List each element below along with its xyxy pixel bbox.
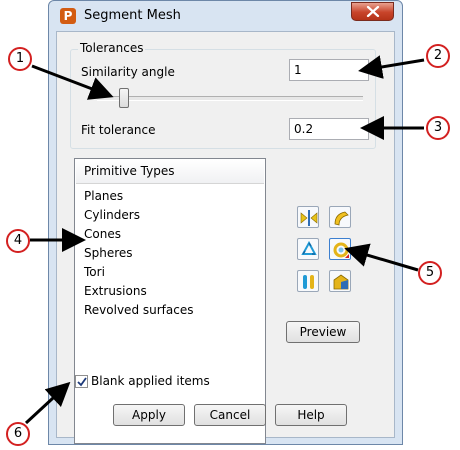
curved-surface-button[interactable] bbox=[329, 206, 351, 228]
shape-fill-button[interactable] bbox=[329, 270, 351, 292]
callout-5: 5 bbox=[418, 261, 442, 285]
dialog-body: Tolerances Similarity angle 1 Fit tolera… bbox=[56, 31, 395, 444]
similarity-slider-track[interactable] bbox=[97, 96, 363, 101]
tolerances-legend: Tolerances bbox=[78, 41, 146, 55]
fit-tolerance-label: Fit tolerance bbox=[81, 123, 156, 137]
cancel-button[interactable]: Cancel bbox=[194, 404, 266, 426]
shape-fill-icon bbox=[333, 274, 349, 290]
similarity-angle-input[interactable]: 1 bbox=[289, 59, 369, 81]
similarity-slider-thumb[interactable] bbox=[118, 88, 129, 108]
primitive-types-header[interactable]: Primitive Types bbox=[76, 160, 264, 184]
checkmark-icon bbox=[77, 377, 87, 387]
list-item[interactable]: Revolved surfaces bbox=[84, 301, 193, 319]
window-title: Segment Mesh bbox=[84, 8, 181, 23]
callout-4: 4 bbox=[6, 229, 30, 253]
apply-button[interactable]: Apply bbox=[113, 404, 185, 426]
callout-3: 3 bbox=[426, 116, 450, 140]
ring-target-icon bbox=[333, 242, 349, 258]
recycle-button[interactable] bbox=[297, 238, 319, 260]
preview-button[interactable]: Preview bbox=[286, 321, 360, 343]
app-logo-icon: P bbox=[60, 8, 76, 24]
curved-surface-icon bbox=[334, 211, 349, 226]
similarity-angle-label: Similarity angle bbox=[81, 65, 175, 79]
help-button[interactable]: Help bbox=[275, 404, 347, 426]
recycle-icon bbox=[301, 241, 317, 255]
list-item[interactable]: Cones bbox=[84, 225, 121, 243]
list-item[interactable]: Extrusions bbox=[84, 282, 147, 300]
probe-icon bbox=[303, 275, 314, 289]
list-item[interactable]: Spheres bbox=[84, 244, 133, 262]
close-icon bbox=[366, 6, 380, 17]
list-item[interactable]: Cylinders bbox=[84, 206, 140, 224]
list-item[interactable]: Planes bbox=[84, 187, 123, 205]
segment-mesh-dialog: P Segment Mesh Tolerances Similarity ang… bbox=[48, 0, 403, 445]
mirror-split-button[interactable] bbox=[297, 206, 319, 228]
callout-1: 1 bbox=[8, 47, 32, 71]
mirror-split-icon bbox=[300, 210, 318, 226]
title-bar[interactable]: P Segment Mesh bbox=[49, 1, 402, 31]
fit-tolerance-input[interactable]: 0.2 bbox=[289, 118, 369, 140]
close-button[interactable] bbox=[351, 2, 394, 21]
probe-button[interactable] bbox=[297, 270, 319, 292]
callout-2: 2 bbox=[426, 44, 450, 68]
list-item[interactable]: Tori bbox=[84, 263, 105, 281]
ring-target-button[interactable] bbox=[329, 238, 351, 260]
primitive-types-list[interactable]: Primitive Types Planes Cylinders Cones S… bbox=[74, 158, 266, 444]
blank-applied-checkbox[interactable] bbox=[75, 375, 88, 388]
callout-6: 6 bbox=[6, 422, 30, 446]
blank-applied-label[interactable]: Blank applied items bbox=[91, 374, 210, 388]
